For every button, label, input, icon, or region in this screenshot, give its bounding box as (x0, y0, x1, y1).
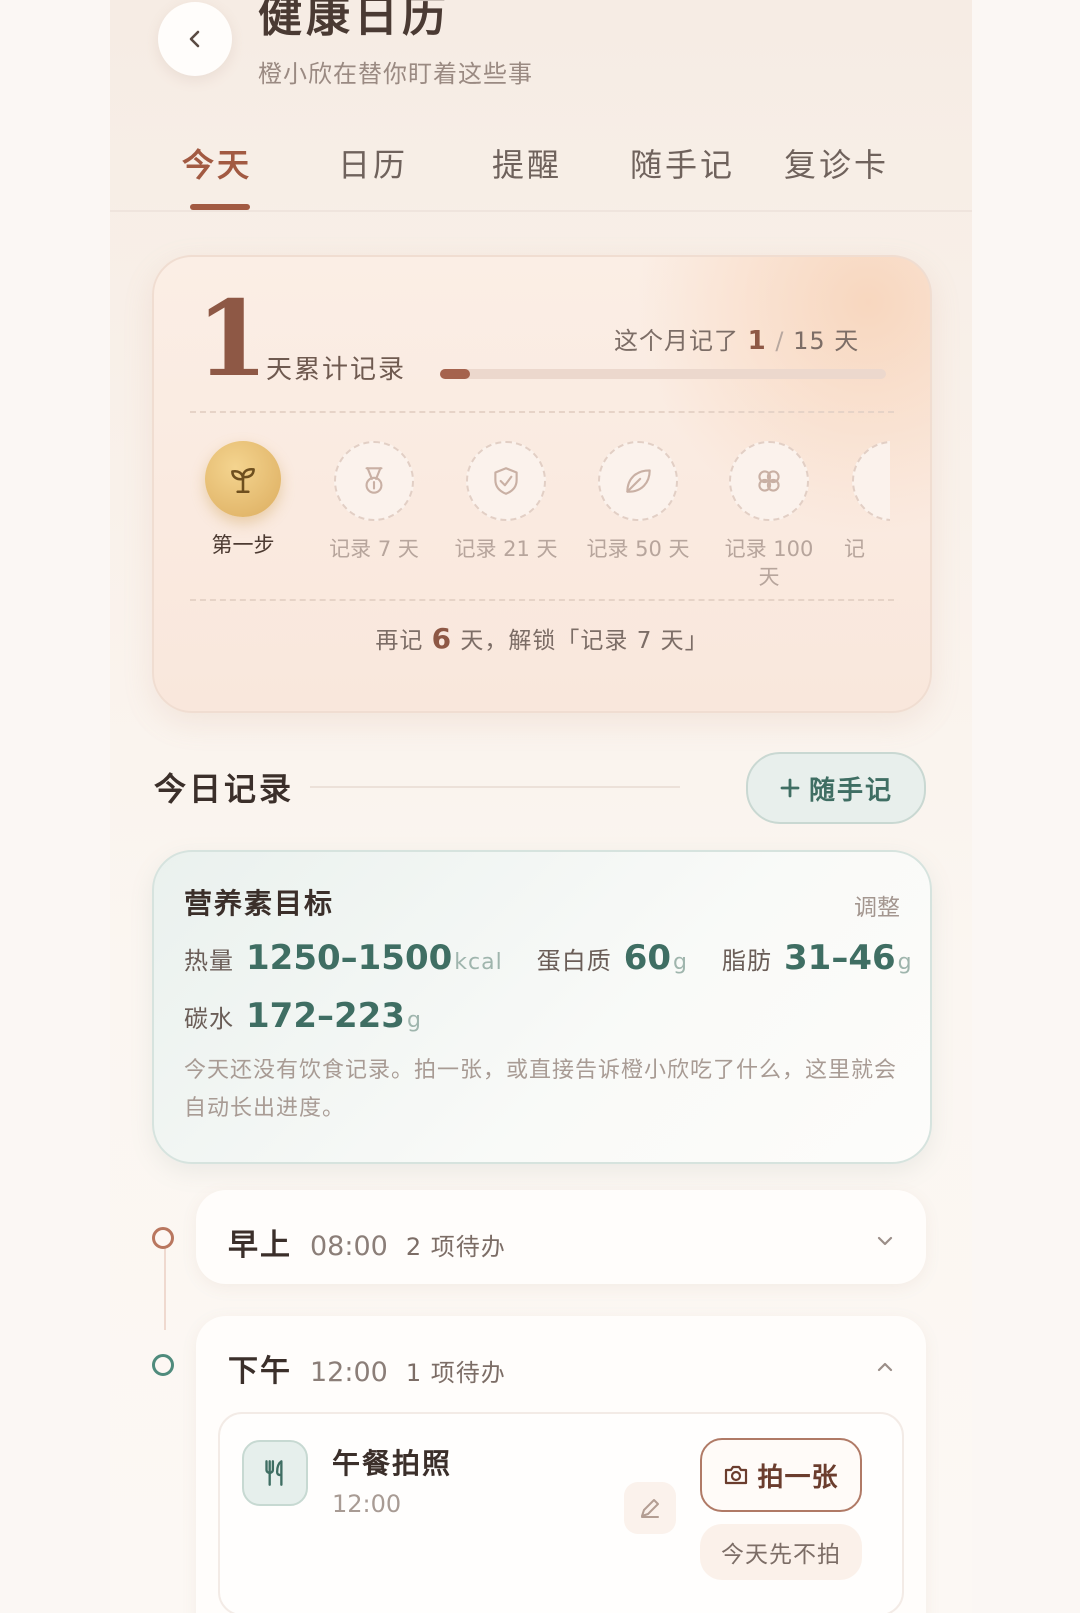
skip-today-button[interactable]: 今天先不拍 (700, 1524, 862, 1580)
add-quick-note-button[interactable]: 随手记 (746, 752, 926, 824)
month-progress-bar (440, 369, 886, 379)
badge-label: 记录 50 天 (586, 537, 690, 561)
divider (190, 599, 894, 601)
slot-name: 早上 (228, 1228, 292, 1263)
unlock-suffix: 天，解锁「记录 7 天」 (460, 628, 709, 654)
back-button[interactable] (158, 2, 232, 76)
tab-notes[interactable]: 随手记 (630, 140, 735, 186)
nutrient-protein: 蛋白质 60g (536, 938, 688, 978)
badge-21-days[interactable]: 记录 21 天 (441, 441, 571, 563)
nutrient-fat: 脂肪 31–46g (722, 938, 913, 978)
slot-time: 08:00 (310, 1231, 388, 1262)
badge-overflow-clip: 记 (834, 441, 890, 561)
nutrition-goal-card: 营养素目标 调整 热量 1250–1500kcal 蛋白质 60g 脂肪 31–46g 碳… (152, 850, 932, 1164)
slot-header: 下午 12:00 1 项待办 (228, 1346, 506, 1390)
month-done: 1 (747, 326, 767, 356)
quick-note-label: 随手记 (808, 775, 893, 806)
timeline-dot-afternoon (152, 1354, 174, 1376)
task-time: 12:00 (332, 1490, 402, 1518)
task-lunch-photo: 午餐拍照 12:00 拍一张 今天先不拍 (218, 1412, 904, 1613)
nutrition-row: 碳水 172–223g (184, 996, 456, 1036)
badge-50-days[interactable]: 记录 50 天 (573, 441, 703, 563)
sprout-icon (205, 441, 281, 517)
badge-100-days[interactable]: 记录 100 天 (704, 441, 834, 591)
unlock-hint: 再记 6 天，解锁「记录 7 天」 (154, 621, 930, 655)
total-days-count: 1 (196, 277, 269, 400)
today-records-title: 今日记录 (154, 770, 295, 808)
tab-followup-card[interactable]: 复诊卡 (784, 140, 889, 186)
slot-morning[interactable]: 早上 08:00 2 项待办 (196, 1190, 926, 1284)
record-stats-card: 1 天累计记录 这个月记了 1 / 15 天 第一步 记录 7 天 记录 21 … (152, 255, 932, 713)
timeline-line (164, 1240, 166, 1330)
badge-more[interactable]: 记 (844, 441, 890, 561)
chevron-down-icon[interactable] (874, 1230, 896, 1252)
take-photo-button[interactable]: 拍一张 (700, 1438, 862, 1512)
chevron-left-icon (189, 30, 200, 48)
badge-label: 记 (844, 537, 865, 561)
nutrition-row: 热量 1250–1500kcal 蛋白质 60g 脂肪 31–46g (184, 938, 947, 978)
unlock-prefix: 再记 (375, 628, 424, 654)
month-progress-text: 这个月记了 1 / 15 天 (614, 321, 859, 356)
utensils-icon (242, 1440, 308, 1506)
slot-header: 早上 08:00 2 项待办 (228, 1220, 506, 1264)
task-title: 午餐拍照 (332, 1447, 453, 1480)
nutrient-calories: 热量 1250–1500kcal (184, 938, 503, 978)
tab-bar: 今天 日历 提醒 随手记 复诊卡 (110, 130, 972, 212)
timeline-dot-morning (152, 1227, 174, 1249)
camera-icon (725, 1465, 748, 1485)
nutrition-title: 营养素目标 (184, 887, 335, 920)
unlock-days: 6 (431, 622, 453, 655)
adjust-button[interactable]: 调整 (854, 888, 900, 922)
month-separator: / (775, 327, 785, 355)
more-icon (852, 441, 890, 521)
badge-7-days[interactable]: 记录 7 天 (309, 441, 439, 563)
flower-icon (729, 441, 809, 521)
page-subtitle: 橙小欣在替你盯着这些事 (258, 60, 533, 88)
tab-today[interactable]: 今天 (182, 140, 252, 186)
section-divider (310, 786, 680, 788)
badge-label: 记录 100 天 (724, 537, 814, 589)
month-prefix: 这个月记了 (614, 327, 739, 355)
month-total: 15 天 (793, 327, 860, 355)
badge-label: 记录 21 天 (454, 537, 558, 561)
app-screen: 健康日历 橙小欣在替你盯着这些事 今天 日历 提醒 随手记 复诊卡 1 天累计记… (110, 0, 972, 1613)
take-photo-label: 拍一张 (757, 1462, 839, 1493)
slot-name: 下午 (228, 1354, 292, 1389)
nutrition-empty-hint: 今天还没有饮食记录。拍一张，或直接告诉橙小欣吃了什么，这里就会自动长出进度。 (184, 1058, 898, 1121)
medal-icon (334, 441, 414, 521)
slot-afternoon[interactable]: 下午 12:00 1 项待办 午餐拍照 12:00 拍一张 今天先不拍 (196, 1316, 926, 1613)
badge-label: 第一步 (211, 533, 275, 557)
tab-calendar[interactable]: 日历 (338, 140, 408, 186)
chevron-up-icon[interactable] (874, 1356, 896, 1378)
edit-task-button[interactable] (624, 1482, 676, 1534)
shield-check-icon (466, 441, 546, 521)
slot-todo-count: 2 项待办 (405, 1233, 506, 1261)
pencil-icon (641, 1499, 659, 1518)
total-days-label: 天累计记录 (266, 355, 407, 385)
tab-reminders[interactable]: 提醒 (492, 140, 562, 186)
slot-todo-count: 1 项待办 (405, 1359, 506, 1387)
page-title: 健康日历 (258, 0, 450, 42)
month-progress-fill (440, 369, 470, 379)
badge-label: 记录 7 天 (329, 537, 419, 561)
divider (190, 411, 894, 413)
nutrient-carbs: 碳水 172–223g (184, 996, 422, 1036)
tab-active-indicator (190, 204, 250, 210)
leaf-icon (598, 441, 678, 521)
slot-time: 12:00 (310, 1357, 388, 1388)
badge-first-step[interactable]: 第一步 (178, 441, 308, 559)
plus-icon (780, 778, 800, 798)
